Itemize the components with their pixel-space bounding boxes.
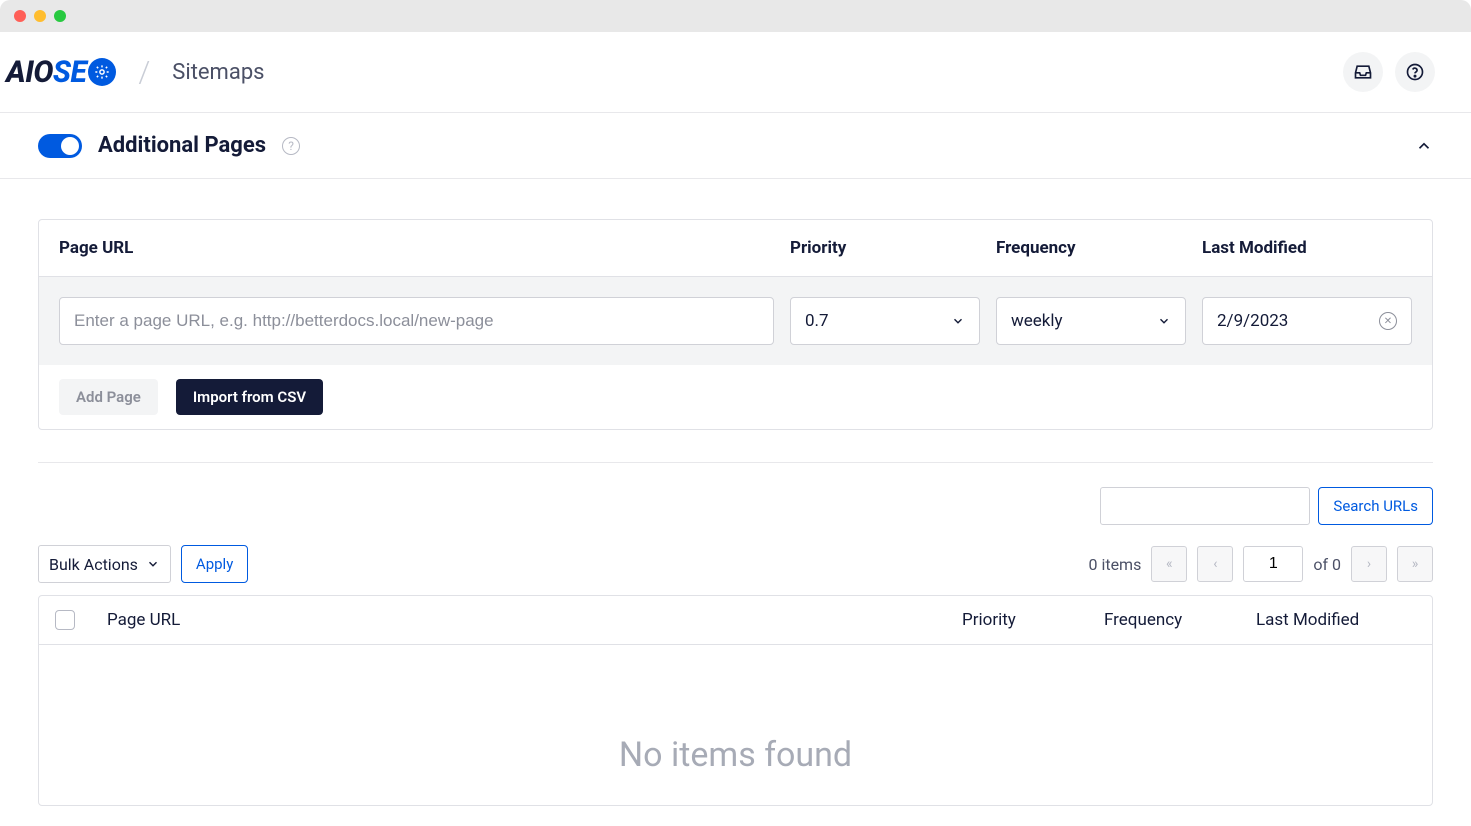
- additional-pages-toggle[interactable]: [38, 134, 82, 158]
- gear-icon: [88, 58, 116, 86]
- section-help-button[interactable]: ?: [282, 137, 300, 155]
- breadcrumb-separator: /: [116, 55, 172, 90]
- page-of-text: of 0: [1313, 555, 1341, 574]
- apply-button[interactable]: Apply: [181, 545, 248, 583]
- bulk-actions-label: Bulk Actions: [49, 555, 138, 574]
- toggle-knob: [61, 137, 79, 155]
- last-modified-input[interactable]: 2/9/2023 ✕: [1202, 297, 1412, 345]
- window-minimize-button[interactable]: [34, 10, 46, 22]
- empty-state-text: No items found: [39, 645, 1432, 805]
- help-icon: [1405, 62, 1425, 82]
- page-number-input[interactable]: [1243, 546, 1303, 582]
- window-titlebar: [0, 0, 1471, 32]
- chevron-down-icon: [146, 557, 160, 571]
- priority-select[interactable]: 0.7: [790, 297, 980, 345]
- page-url-input[interactable]: [59, 297, 774, 345]
- list-toolbar: Bulk Actions Apply 0 items « ‹ of 0 › »: [38, 545, 1433, 583]
- item-count-text: 0 items: [1088, 555, 1141, 574]
- th-frequency: Frequency: [1104, 610, 1244, 630]
- page-url-field[interactable]: [74, 311, 759, 331]
- col-header-priority: Priority: [790, 238, 980, 258]
- inbox-button[interactable]: [1343, 52, 1383, 92]
- search-urls-button[interactable]: Search URLs: [1318, 487, 1433, 525]
- th-page-url: Page URL: [107, 610, 950, 630]
- search-row: Search URLs: [38, 487, 1433, 525]
- clear-date-button[interactable]: ✕: [1379, 312, 1397, 330]
- collapse-button[interactable]: [1415, 137, 1433, 155]
- logo: AIOSE: [6, 55, 116, 90]
- app-header: AIOSE / Sitemaps: [0, 32, 1471, 113]
- chevron-up-icon: [1415, 137, 1433, 155]
- table-header-row: Page URL Priority Frequency Last Modifie…: [39, 596, 1432, 645]
- help-button[interactable]: [1395, 52, 1435, 92]
- page-last-button[interactable]: »: [1397, 546, 1433, 582]
- form-input-row: 0.7 weekly 2/9/2023 ✕: [39, 277, 1432, 365]
- page-next-button[interactable]: ›: [1351, 546, 1387, 582]
- col-header-frequency: Frequency: [996, 238, 1186, 258]
- frequency-value: weekly: [1011, 311, 1063, 331]
- pagination: 0 items « ‹ of 0 › »: [1088, 546, 1433, 582]
- bulk-actions-select[interactable]: Bulk Actions: [38, 545, 171, 583]
- th-priority: Priority: [962, 610, 1092, 630]
- window-close-button[interactable]: [14, 10, 26, 22]
- select-all-checkbox[interactable]: [55, 610, 75, 630]
- priority-value: 0.7: [805, 311, 829, 331]
- page-first-button[interactable]: «: [1151, 546, 1187, 582]
- form-header-row: Page URL Priority Frequency Last Modifie…: [39, 220, 1432, 277]
- frequency-select[interactable]: weekly: [996, 297, 1186, 345]
- add-page-panel: Page URL Priority Frequency Last Modifie…: [38, 219, 1433, 430]
- last-modified-value: 2/9/2023: [1217, 311, 1288, 331]
- section-title: Additional Pages: [98, 133, 266, 158]
- th-last-modified: Last Modified: [1256, 610, 1416, 630]
- divider: [38, 462, 1433, 463]
- page-title: Sitemaps: [172, 60, 264, 85]
- pages-table: Page URL Priority Frequency Last Modifie…: [38, 595, 1433, 806]
- add-page-button[interactable]: Add Page: [59, 379, 158, 415]
- form-actions: Add Page Import from CSV: [39, 365, 1432, 429]
- col-header-modified: Last Modified: [1202, 238, 1412, 258]
- logo-seo: SE: [53, 55, 86, 90]
- page-prev-button[interactable]: ‹: [1197, 546, 1233, 582]
- window-maximize-button[interactable]: [54, 10, 66, 22]
- search-input[interactable]: [1100, 487, 1310, 525]
- section-header: Additional Pages ?: [0, 113, 1471, 179]
- col-header-url: Page URL: [59, 238, 774, 258]
- logo-aio: AIO: [6, 55, 53, 90]
- chevron-down-icon: [951, 314, 965, 328]
- chevron-down-icon: [1157, 314, 1171, 328]
- content-area: Page URL Priority Frequency Last Modifie…: [0, 179, 1471, 806]
- import-csv-button[interactable]: Import from CSV: [176, 379, 323, 415]
- inbox-icon: [1353, 62, 1373, 82]
